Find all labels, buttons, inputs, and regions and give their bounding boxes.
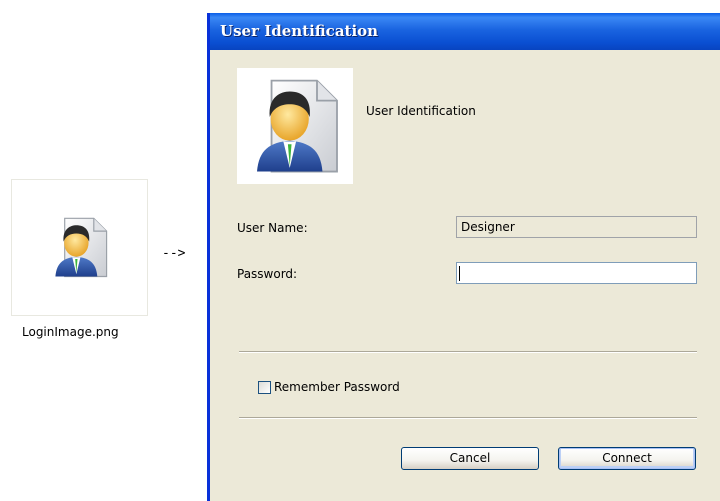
- password-field[interactable]: [456, 262, 697, 284]
- user-id-card-icon: [55, 217, 108, 278]
- dialog-titlebar[interactable]: User Identification: [210, 13, 720, 50]
- connect-button[interactable]: Connect: [558, 447, 696, 470]
- user-identification-dialog: User Identification User Identification …: [207, 13, 720, 501]
- login-image-thumbnail: [11, 179, 148, 316]
- text-caret: [459, 266, 460, 281]
- dialog-title: User Identification: [220, 22, 379, 40]
- cancel-button[interactable]: Cancel: [401, 447, 539, 470]
- password-label: Password:: [237, 267, 298, 281]
- user-name-field[interactable]: Designer: [456, 216, 697, 238]
- arrow-text: -->: [162, 246, 186, 261]
- header-image: [237, 68, 353, 184]
- user-id-card-icon: [257, 79, 338, 173]
- user-name-label: User Name:: [237, 221, 308, 235]
- divider: [239, 351, 697, 353]
- thumbnail-filename: LoginImage.png: [22, 325, 119, 339]
- header-text: User Identification: [366, 104, 476, 118]
- remember-password-label[interactable]: Remember Password: [274, 380, 400, 394]
- remember-password-checkbox[interactable]: [258, 381, 271, 394]
- divider: [239, 417, 697, 419]
